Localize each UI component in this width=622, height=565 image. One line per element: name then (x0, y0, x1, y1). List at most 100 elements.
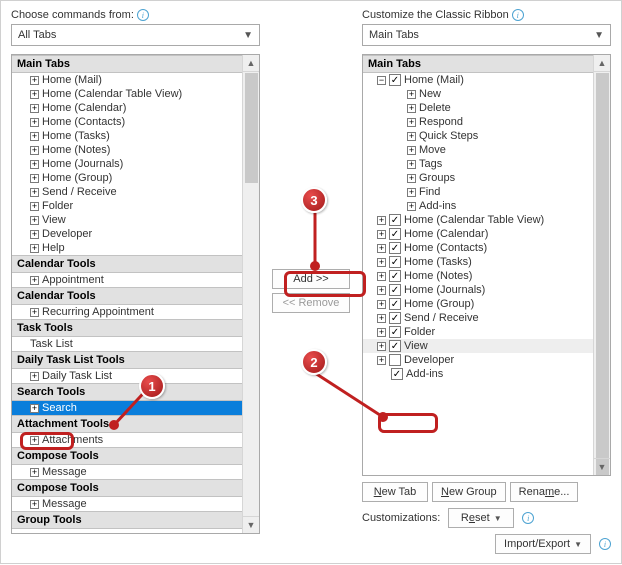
checkbox[interactable] (389, 214, 401, 226)
tree-subitem[interactable]: +New (363, 87, 593, 101)
tree-item[interactable]: +Home (Notes) (363, 269, 593, 283)
tree-item[interactable]: +Home (Calendar) (12, 101, 242, 115)
commands-tree[interactable]: Main Tabs+Home (Mail)+Home (Calendar Tab… (12, 55, 242, 533)
tree-item[interactable]: +Appointment (12, 273, 242, 287)
tree-subitem[interactable]: +Respond (363, 115, 593, 129)
scrollbar[interactable]: ▲ ▼ (593, 55, 610, 475)
tree-subitem[interactable]: +Add-ins (363, 199, 593, 213)
expander-icon[interactable]: + (30, 276, 39, 285)
tree-item[interactable]: +Home (Calendar Table View) (363, 213, 593, 227)
tree-subitem[interactable]: +Groups (363, 171, 593, 185)
expander-icon[interactable]: + (30, 244, 39, 253)
expander-icon[interactable]: + (30, 104, 39, 113)
scroll-up-icon[interactable]: ▲ (243, 55, 259, 72)
expander-icon[interactable]: + (377, 230, 386, 239)
expander-icon[interactable]: + (30, 76, 39, 85)
tree-item[interactable]: +Recurring Appointment (12, 305, 242, 319)
tree-item-selected[interactable]: +Search (12, 401, 242, 415)
tree-item[interactable]: +Send / Receive (363, 311, 593, 325)
tree-subitem[interactable]: +Delete (363, 101, 593, 115)
checkbox[interactable] (389, 340, 401, 352)
tree-item[interactable]: +View (12, 213, 242, 227)
tree-item[interactable]: +Help (12, 241, 242, 255)
expander-icon[interactable]: + (30, 146, 39, 155)
expander-icon[interactable]: + (407, 90, 416, 99)
expander-icon[interactable]: + (377, 300, 386, 309)
expander-icon[interactable]: + (377, 244, 386, 253)
expander-icon[interactable]: + (30, 308, 39, 317)
tree-item[interactable]: Task List (12, 337, 242, 351)
tree-subitem[interactable]: +Tags (363, 157, 593, 171)
tree-item[interactable]: −Home (Mail) (363, 73, 593, 87)
expander-icon[interactable]: + (407, 160, 416, 169)
choose-commands-dropdown[interactable]: All Tabs ▼ (11, 24, 260, 46)
scroll-down-icon[interactable]: ▼ (243, 516, 259, 533)
scroll-up-icon[interactable]: ▲ (594, 55, 610, 72)
customize-dropdown[interactable]: Main Tabs ▼ (362, 24, 611, 46)
expander-icon[interactable]: + (30, 188, 39, 197)
tree-item[interactable]: +Message (12, 465, 242, 479)
checkbox[interactable] (389, 270, 401, 282)
checkbox[interactable] (389, 74, 401, 86)
ribbon-tree[interactable]: Main Tabs−Home (Mail)+New+Delete+Respond… (363, 55, 593, 475)
expander-icon[interactable]: + (30, 500, 39, 509)
expander-icon[interactable]: + (30, 202, 39, 211)
tree-item[interactable]: +Home (Journals) (363, 283, 593, 297)
tree-item[interactable]: +Home (Contacts) (12, 115, 242, 129)
expander-icon[interactable]: + (407, 202, 416, 211)
expander-icon[interactable]: + (407, 118, 416, 127)
info-icon[interactable]: i (137, 9, 149, 21)
scrollbar[interactable]: ▲ ▼ (242, 55, 259, 533)
new-group-button[interactable]: New Group (432, 482, 506, 502)
tree-subitem[interactable]: +Find (363, 185, 593, 199)
tree-item[interactable]: +Home (Notes) (12, 143, 242, 157)
tree-item[interactable]: +Folder (12, 199, 242, 213)
checkbox[interactable] (389, 326, 401, 338)
expander-icon[interactable]: + (30, 216, 39, 225)
checkbox[interactable] (391, 368, 403, 380)
expander-icon[interactable]: + (30, 230, 39, 239)
expander-icon[interactable]: − (377, 76, 386, 85)
tree-subitem[interactable]: +Move (363, 143, 593, 157)
expander-icon[interactable]: + (30, 90, 39, 99)
expander-icon[interactable]: + (407, 188, 416, 197)
scroll-thumb[interactable] (245, 73, 258, 183)
expander-icon[interactable]: + (407, 146, 416, 155)
tree-item-highlight[interactable]: +View (363, 339, 593, 353)
import-export-dropdown[interactable]: Import/Export▼ (495, 534, 591, 554)
expander-icon[interactable]: + (377, 314, 386, 323)
expander-icon[interactable]: + (30, 468, 39, 477)
info-icon[interactable]: i (512, 9, 524, 21)
tree-item[interactable]: +Attachments (12, 433, 242, 447)
tree-item[interactable]: +Developer (12, 227, 242, 241)
expander-icon[interactable]: + (30, 372, 39, 381)
expander-icon[interactable]: + (377, 272, 386, 281)
checkbox[interactable] (389, 298, 401, 310)
expander-icon[interactable]: + (30, 436, 39, 445)
reset-dropdown[interactable]: Reset▼ (448, 508, 514, 528)
tree-item[interactable]: +Send / Receive (12, 185, 242, 199)
tree-item[interactable]: +Home (Calendar Table View) (12, 87, 242, 101)
expander-icon[interactable]: + (30, 118, 39, 127)
checkbox[interactable] (389, 242, 401, 254)
expander-icon[interactable]: + (30, 404, 39, 413)
scroll-down-icon[interactable]: ▼ (594, 458, 610, 475)
expander-icon[interactable]: + (377, 342, 386, 351)
tree-item[interactable]: +Home (Tasks) (12, 129, 242, 143)
rename-button[interactable]: Rename... (510, 482, 579, 502)
tree-item[interactable]: +Home (Tasks) (363, 255, 593, 269)
expander-icon[interactable]: + (30, 174, 39, 183)
checkbox[interactable] (389, 312, 401, 324)
checkbox[interactable] (389, 256, 401, 268)
new-tab-button[interactable]: New Tab (362, 482, 428, 502)
tree-item[interactable]: +Home (Contacts) (363, 241, 593, 255)
tree-item[interactable]: +Developer (363, 353, 593, 367)
tree-item[interactable]: +Home (Journals) (12, 157, 242, 171)
expander-icon[interactable]: + (377, 258, 386, 267)
add-button[interactable]: Add >> (272, 269, 350, 289)
checkbox[interactable] (389, 228, 401, 240)
tree-item[interactable]: +Home (Group) (12, 171, 242, 185)
scroll-thumb[interactable] (596, 73, 609, 476)
expander-icon[interactable]: + (377, 356, 386, 365)
info-icon[interactable]: i (599, 538, 611, 550)
